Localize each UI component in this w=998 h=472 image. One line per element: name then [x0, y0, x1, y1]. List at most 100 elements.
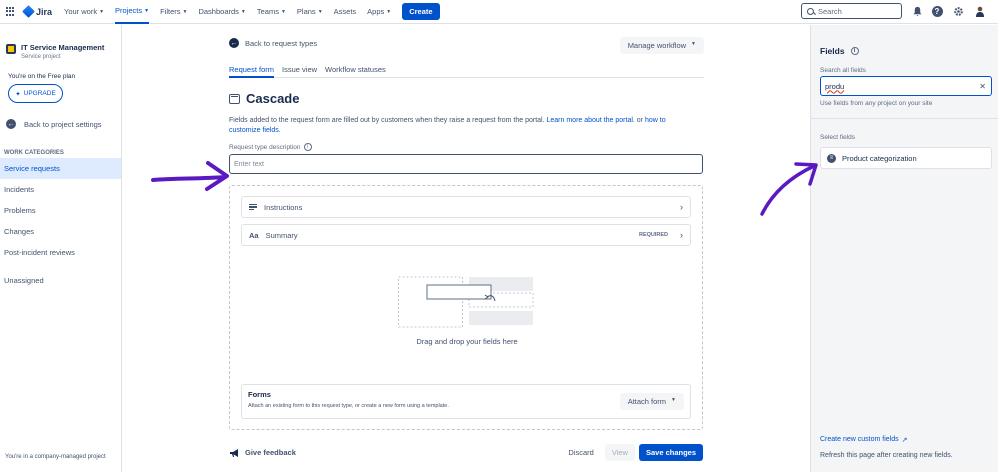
upgrade-button[interactable]: ✦ UPGRADE	[8, 84, 63, 103]
annotation-arrow-left	[151, 161, 229, 191]
sidebar-item-post-incident-reviews[interactable]: Post-incident reviews	[0, 242, 121, 263]
sidebar-item-problems[interactable]: Problems	[0, 200, 121, 221]
project-sidebar: IT Service Management Service project Yo…	[0, 25, 122, 472]
manage-workflow-label: Manage workflow	[627, 41, 687, 50]
form-description: Fields added to the request form are fil…	[229, 116, 699, 136]
chevron-down-icon: ▼	[240, 8, 246, 15]
divider	[811, 118, 998, 119]
nav-label: Projects	[115, 6, 143, 15]
chevron-down-icon: ▼	[280, 8, 286, 15]
clear-icon[interactable]: ✕	[979, 82, 986, 91]
nav-label: Assets	[333, 7, 357, 16]
save-changes-button[interactable]: Save changes	[638, 444, 703, 461]
give-feedback-button[interactable]: Give feedback	[229, 448, 296, 458]
nav-plans[interactable]: Plans ▼	[297, 0, 323, 24]
sidebar-item-service-requests[interactable]: Service requests	[0, 158, 121, 179]
summary-label: Summary	[265, 230, 298, 240]
info-icon[interactable]: i	[303, 143, 312, 151]
create-button[interactable]: Create	[402, 3, 440, 20]
fields-panel: Fields i Search all fields produ ✕ Use f…	[810, 25, 998, 472]
nav-apps[interactable]: Apps ▼	[367, 0, 391, 24]
tab-issue-view[interactable]: Issue view	[282, 65, 317, 77]
work-categories-heading: WORK CATEGORIES	[4, 150, 64, 156]
upgrade-label: UPGRADE	[23, 90, 56, 97]
external-link-icon: ↗	[901, 437, 908, 444]
text-lines-icon	[249, 203, 257, 211]
fields-drop-zone[interactable]: Instructions › Aa Summary REQUIRED › Dra…	[229, 185, 703, 430]
project-type: Service project	[21, 54, 61, 60]
manage-workflow-button[interactable]: Manage workflow ▼	[619, 37, 704, 54]
nav-label: Filters	[160, 7, 181, 16]
chevron-down-icon: ▼	[99, 8, 105, 15]
drag-drop-hint: Drag and drop your fields here	[416, 337, 518, 346]
project-header[interactable]: IT Service Management Service project	[0, 25, 121, 60]
chevron-right-icon: ›	[680, 202, 683, 212]
nav-your-work[interactable]: Your work ▼	[64, 0, 104, 24]
notifications-icon[interactable]	[911, 5, 923, 17]
arrow-left-icon: ←	[229, 38, 239, 48]
global-search-input[interactable]: Search	[801, 3, 902, 19]
required-badge: REQUIRED	[638, 232, 668, 238]
chevron-down-icon: ▼	[317, 8, 323, 15]
sidebar-item-incidents[interactable]: Incidents	[0, 179, 121, 200]
description-text: Fields added to the request form are fil…	[229, 117, 547, 124]
learn-more-portal-link[interactable]: Learn more about the portal.	[547, 117, 635, 124]
tab-request-form[interactable]: Request form	[229, 65, 275, 78]
feedback-label: Give feedback	[245, 448, 296, 457]
nav-label: Plans	[296, 7, 316, 16]
forms-subtitle: Attach an existing form to this request …	[248, 403, 449, 409]
attach-form-label: Attach form	[627, 397, 667, 406]
instructions-field-row[interactable]: Instructions ›	[241, 196, 691, 218]
top-navigation: Jira Your work ▼ Projects ▼ Filters ▼ Dashb…	[0, 0, 998, 24]
field-label-text: Request type description	[229, 143, 301, 151]
nav-label: Apps	[367, 7, 385, 16]
free-plan-text: You're on the Free plan	[8, 73, 76, 80]
discard-button[interactable]: Discard	[561, 444, 600, 461]
chevron-down-icon: ▼	[691, 41, 696, 47]
sidebar-item-changes[interactable]: Changes	[0, 221, 121, 242]
back-to-project-settings-link[interactable]: ← Back to project settings	[6, 119, 121, 129]
field-search-hint: Use fields from any project on your site	[820, 100, 933, 107]
nav-filters[interactable]: Filters ▼	[160, 0, 187, 24]
help-icon[interactable]: ?	[931, 5, 943, 17]
attach-form-button[interactable]: Attach form ▼	[619, 393, 684, 410]
annotation-arrow-right	[760, 162, 818, 216]
field-search-input[interactable]: produ ✕	[820, 76, 992, 96]
nav-assets[interactable]: Assets	[334, 0, 357, 24]
nav-projects[interactable]: Projects ▼	[115, 0, 150, 24]
info-icon[interactable]: i	[850, 47, 859, 55]
nav-teams[interactable]: Teams ▼	[257, 0, 286, 24]
jira-logo[interactable]: Jira	[22, 5, 52, 18]
search-placeholder: Search	[818, 6, 842, 16]
company-managed-footer: You're in a company-managed project	[5, 454, 106, 460]
nav-dashboards[interactable]: Dashboards ▼	[198, 0, 245, 24]
chevron-right-icon: ›	[680, 230, 683, 240]
sparkle-icon: ✦	[15, 90, 21, 98]
field-option-label: Product categorization	[842, 153, 917, 163]
app-switcher-icon[interactable]	[6, 6, 16, 17]
back-label: Back to project settings	[24, 119, 102, 129]
request-type-description-input[interactable]: Enter text	[229, 154, 703, 174]
summary-field-row[interactable]: Aa Summary REQUIRED ›	[241, 224, 691, 246]
chevron-down-icon: ▼	[144, 7, 150, 14]
sidebar-item-unassigned[interactable]: Unassigned	[0, 270, 121, 291]
forms-section: Forms Attach an existing form to this re…	[241, 384, 691, 419]
forms-title: Forms	[248, 390, 271, 399]
create-custom-fields-link[interactable]: Create new custom fields ↗	[820, 436, 907, 444]
nav-label: Your work	[64, 7, 98, 16]
create-link-label: Create new custom fields	[820, 436, 899, 443]
request-form-editor: ← Back to request types Manage workflow …	[229, 37, 704, 430]
user-avatar[interactable]	[974, 5, 986, 17]
nav-label: Dashboards	[198, 7, 239, 16]
fields-panel-header: Fields i	[820, 46, 859, 56]
page-title-row: Cascade	[229, 91, 704, 106]
drag-drop-illustration-icon	[398, 276, 534, 328]
project-name: IT Service Management	[21, 43, 105, 52]
field-search-value: produ	[825, 81, 845, 91]
select-fields-label: Select fields	[820, 134, 856, 141]
tab-workflow-statuses[interactable]: Workflow statuses	[325, 65, 386, 77]
settings-gear-icon[interactable]	[952, 5, 964, 17]
request-type-icon[interactable]	[229, 93, 240, 104]
field-option-product-categorization[interactable]: ≡ Product categorization	[820, 147, 992, 169]
view-button[interactable]: View	[604, 444, 635, 461]
